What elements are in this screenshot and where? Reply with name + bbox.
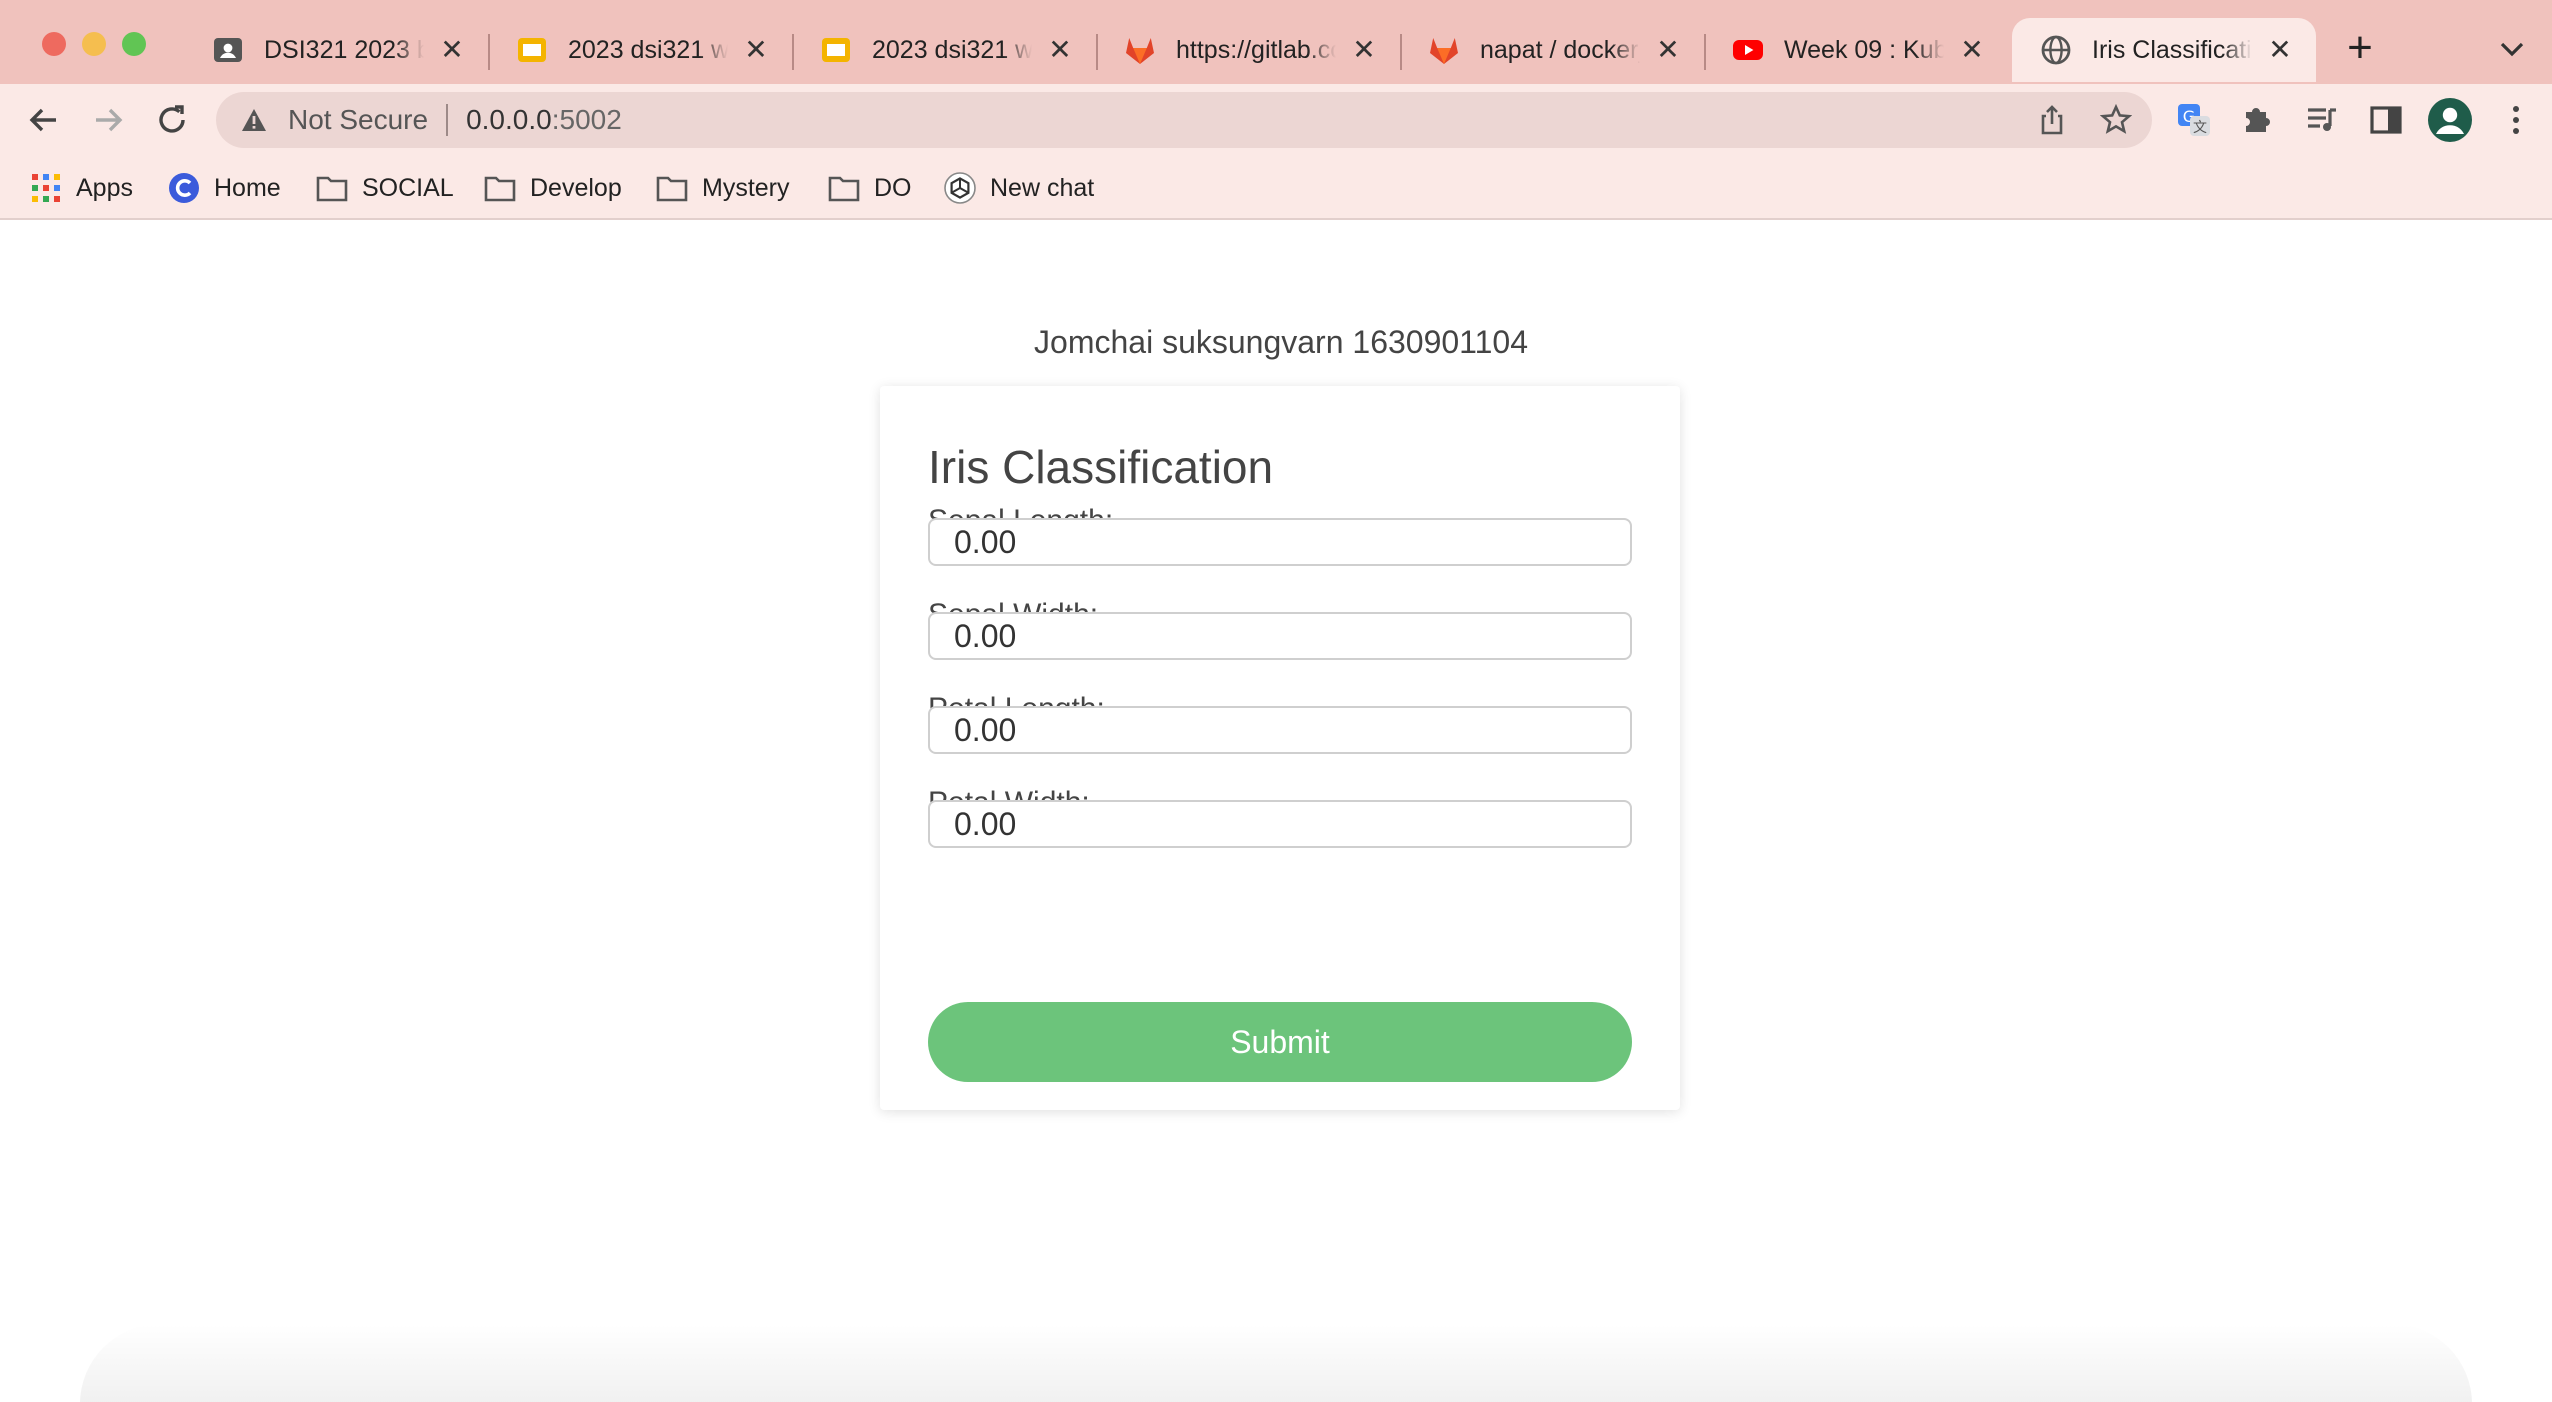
security-status[interactable]: Not Secure: [288, 104, 428, 136]
globe-icon: [2040, 34, 2072, 66]
close-window-button[interactable]: [42, 32, 66, 56]
chevron-down-icon[interactable]: [2492, 28, 2532, 68]
slides-icon: [516, 34, 548, 66]
close-icon[interactable]: ✕: [740, 34, 772, 66]
tab-iris-classification[interactable]: Iris Classificatio ✕: [2012, 18, 2316, 82]
reload-button[interactable]: [148, 96, 196, 144]
tab-dsi321-slides-2[interactable]: 2023 dsi321 we ✕: [792, 18, 1096, 82]
dock-shadow: [80, 1324, 2472, 1402]
chatgpt-icon: [944, 172, 976, 204]
tab-strip: DSI321 2023 bi ✕ 2023 dsi321 we ✕ 2023 d…: [0, 0, 2552, 84]
extensions-puzzle-icon[interactable]: [2234, 96, 2282, 144]
youtube-icon: [1732, 34, 1764, 66]
bookmark-develop[interactable]: Develop: [484, 170, 622, 206]
url-port: :5002: [551, 104, 622, 135]
tab-title: DSI321 2023 bi: [264, 35, 424, 64]
media-control-icon[interactable]: [2298, 96, 2346, 144]
close-icon[interactable]: ✕: [1348, 34, 1380, 66]
tab-dsi321-slides-1[interactable]: 2023 dsi321 we ✕: [488, 18, 792, 82]
avatar[interactable]: [2426, 96, 2474, 144]
close-icon[interactable]: ✕: [436, 34, 468, 66]
bookmark-label: SOCIAL: [362, 173, 454, 202]
reload-icon: [159, 105, 185, 133]
tab-gitlab-1[interactable]: https://gitlab.cc ✕: [1096, 18, 1400, 82]
url-host: 0.0.0.0: [466, 104, 552, 135]
submit-button[interactable]: Submit: [928, 1002, 1632, 1082]
tab-dsi321-bi[interactable]: DSI321 2023 bi ✕: [184, 18, 488, 82]
bookmark-apps[interactable]: Apps: [30, 170, 133, 206]
form-title: Iris Classification: [928, 441, 1274, 493]
tab-youtube[interactable]: Week 09 : Kube ✕: [1704, 18, 2008, 82]
address-divider: [446, 104, 449, 136]
tab-title: 2023 dsi321 we: [872, 35, 1032, 64]
side-panel-icon[interactable]: [2362, 96, 2410, 144]
tab-title: https://gitlab.cc: [1176, 35, 1336, 64]
bookmark-label: DO: [874, 173, 912, 202]
bookmark-new-chat[interactable]: New chat: [944, 170, 1094, 206]
browser-toolbar: Not Secure 0.0.0.0:5002 G文: [0, 84, 2552, 156]
new-tab-button[interactable]: +: [2336, 24, 2384, 72]
bookmark-label: New chat: [990, 173, 1095, 202]
more-menu-icon[interactable]: [2492, 96, 2540, 144]
minimize-window-button[interactable]: [82, 32, 106, 56]
tab-title: 2023 dsi321 we: [568, 35, 728, 64]
page-content: Jomchai suksungvarn 1630901104 Iris Clas…: [0, 222, 2552, 1402]
contact-card-icon: [212, 34, 244, 66]
close-icon[interactable]: ✕: [1956, 34, 1988, 66]
home-logo-icon: [168, 172, 200, 204]
bookmark-label: Apps: [76, 173, 133, 202]
close-icon[interactable]: ✕: [1652, 34, 1684, 66]
petal-length-input[interactable]: [928, 706, 1632, 754]
bookmarks-bar: Apps Home SOCIAL Develop Mystery DO New …: [0, 156, 2552, 220]
tab-gitlab-2[interactable]: napat / docker_ ✕: [1400, 18, 1704, 82]
svg-text:文: 文: [2193, 120, 2207, 136]
gitlab-icon: [1428, 34, 1460, 66]
tab-title: napat / docker_: [1480, 35, 1640, 64]
browser-window: DSI321 2023 bi ✕ 2023 dsi321 we ✕ 2023 d…: [0, 0, 2552, 1402]
apps-grid-icon: [30, 172, 62, 204]
sepal-length-input[interactable]: [928, 518, 1632, 566]
bookmark-label: Home: [214, 173, 281, 202]
sepal-width-input[interactable]: [928, 612, 1632, 660]
petal-width-input[interactable]: [928, 800, 1632, 848]
warning-icon[interactable]: [240, 106, 272, 134]
student-name: Jomchai suksungvarn 1630901104: [1034, 324, 1528, 360]
iris-form-card: Iris Classification Sepal Length: Sepal …: [880, 386, 1680, 1110]
close-icon[interactable]: ✕: [1044, 34, 1076, 66]
bookmark-mystery[interactable]: Mystery: [656, 170, 790, 206]
url-text[interactable]: 0.0.0.0:5002: [466, 104, 2152, 136]
bookmark-label: Mystery: [702, 173, 790, 202]
tab-title: Iris Classificatio: [2092, 35, 2252, 64]
arrow-right-icon: [96, 108, 123, 132]
bookmark-social[interactable]: SOCIAL: [316, 170, 454, 206]
share-icon[interactable]: [2036, 104, 2068, 136]
maximize-window-button[interactable]: [122, 32, 146, 56]
folder-icon: [484, 172, 516, 204]
tab-title: Week 09 : Kube: [1784, 35, 1944, 64]
folder-icon: [656, 172, 688, 204]
close-icon[interactable]: ✕: [2264, 34, 2296, 66]
back-button[interactable]: [20, 96, 68, 144]
bookmark-home[interactable]: Home: [168, 170, 281, 206]
bookmark-star-icon[interactable]: [2100, 104, 2132, 136]
address-bar[interactable]: Not Secure 0.0.0.0:5002: [216, 92, 2152, 148]
arrow-left-icon: [29, 108, 56, 132]
slides-icon: [820, 34, 852, 66]
folder-icon: [828, 172, 860, 204]
folder-icon: [316, 172, 348, 204]
google-translate-icon[interactable]: G文: [2170, 96, 2218, 144]
bookmark-do[interactable]: DO: [828, 170, 912, 206]
forward-button[interactable]: [84, 96, 132, 144]
bookmark-label: Develop: [530, 173, 622, 202]
gitlab-icon: [1124, 34, 1156, 66]
